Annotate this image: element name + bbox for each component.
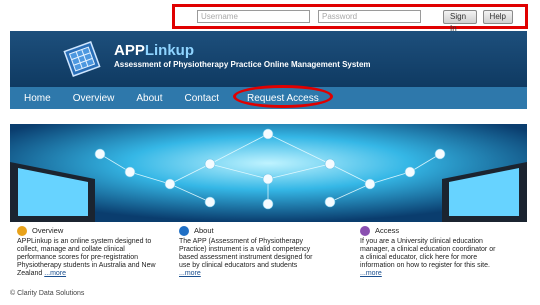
- request-access-highlight: [233, 85, 333, 108]
- sign-in-button[interactable]: Sign In: [443, 9, 477, 33]
- username-input[interactable]: [197, 10, 310, 23]
- overview-column: Overview APPLinkup is an online system d…: [17, 225, 157, 278]
- password-input[interactable]: [318, 10, 421, 23]
- applinkup-logo-icon: [63, 41, 101, 77]
- overview-text: APPLinkup is an online system designed t…: [17, 238, 156, 277]
- help-button[interactable]: Help: [482, 9, 513, 24]
- access-text: If you are a University clinical educati…: [360, 238, 496, 277]
- site-header: APPLinkup Assessment of Physiotherapy Pr…: [10, 31, 527, 87]
- nav-home[interactable]: Home: [24, 93, 51, 104]
- nav-contact[interactable]: Contact: [185, 93, 219, 104]
- site-title: APPLinkup: [114, 42, 195, 59]
- access-title: Access: [375, 226, 400, 235]
- footer-copyright: © Clarity Data Solutions: [10, 290, 85, 297]
- about-text: The APP (Assessment of Physiotherapy Pra…: [179, 238, 313, 277]
- key-icon: [360, 226, 370, 236]
- about-title: About: [194, 226, 214, 235]
- site-subtitle: Assessment of Physiotherapy Practice Onl…: [114, 60, 371, 69]
- info-icon: [179, 226, 189, 236]
- about-column: About The APP (Assessment of Physiothera…: [179, 225, 319, 278]
- overview-title: Overview: [32, 226, 64, 235]
- access-column: Access If you are a University clinical …: [360, 225, 500, 278]
- nav-overview[interactable]: Overview: [73, 93, 115, 104]
- nav-about[interactable]: About: [136, 93, 162, 104]
- access-more-link[interactable]: ...more: [360, 270, 382, 277]
- about-more-link[interactable]: ...more: [179, 270, 201, 277]
- login-bar: Sign In Help: [172, 4, 528, 33]
- star-icon: [17, 226, 27, 236]
- hero-banner-image: [10, 124, 527, 222]
- overview-more-link[interactable]: ...more: [44, 270, 66, 277]
